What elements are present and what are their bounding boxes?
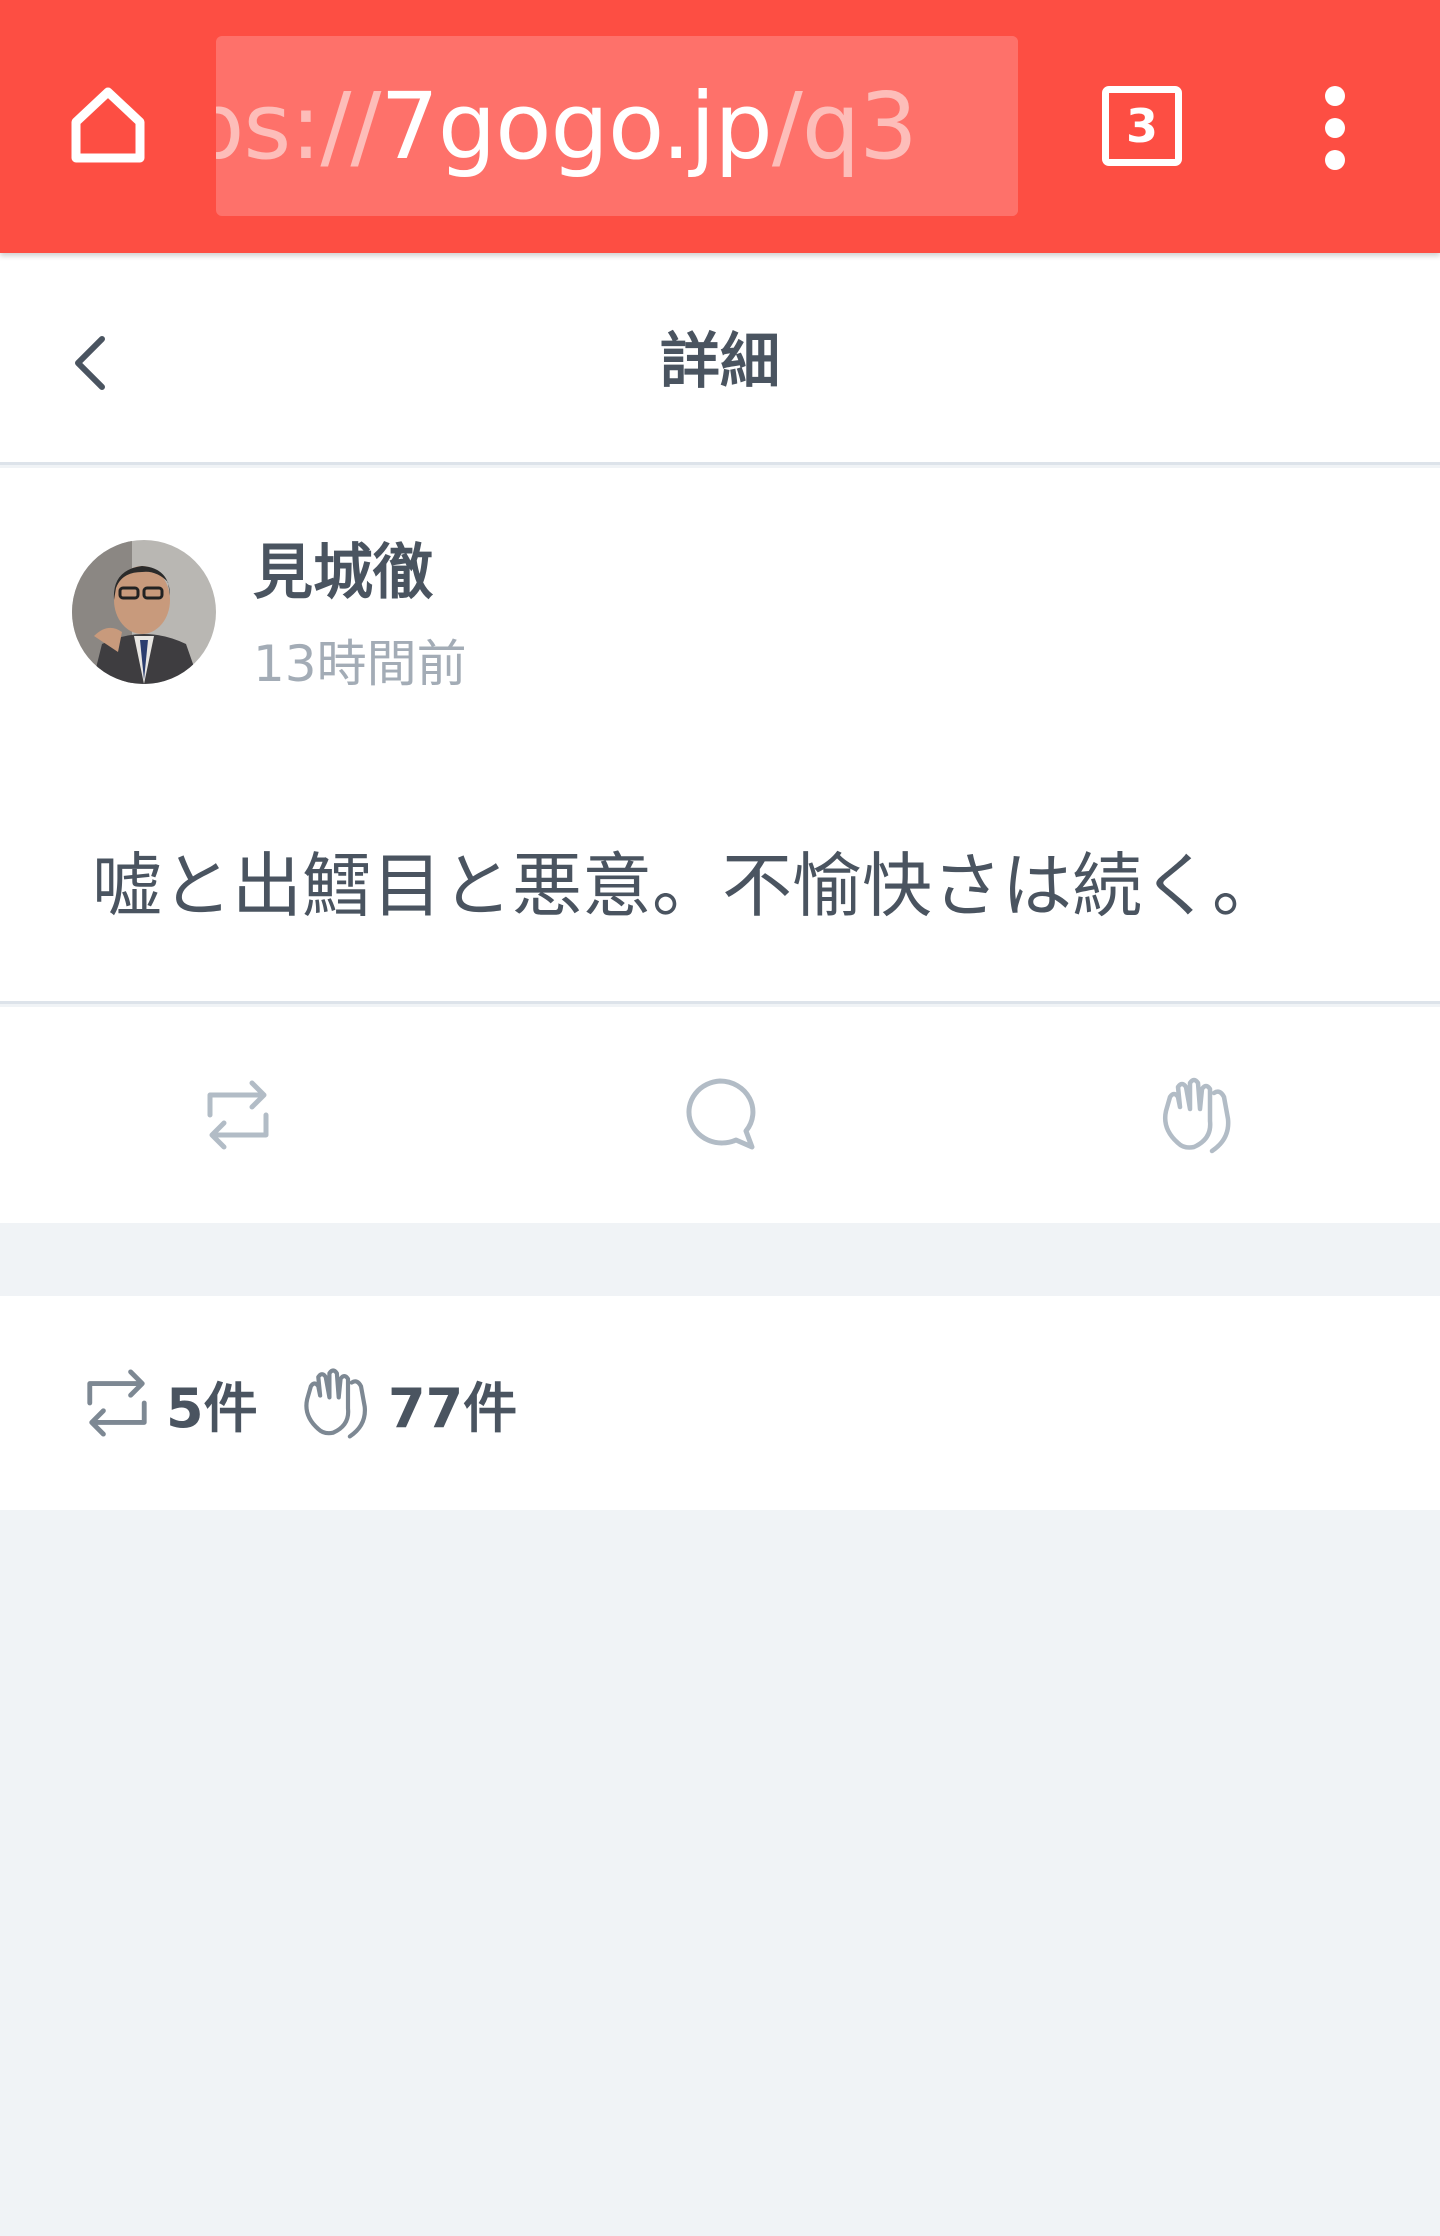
clap-stat[interactable]: 77件 [296,1360,517,1446]
post-timestamp: 13時間前 [253,635,467,693]
repost-button[interactable] [196,1073,280,1157]
home-button[interactable] [60,76,156,172]
app-header: 詳細 [0,253,1440,465]
menu-dot-icon [1325,86,1345,106]
browser-toolbar: ps://7gogo.jp/q3 3 [0,0,1440,253]
repost-icon [207,1080,269,1150]
clapping-hands-icon [1163,1077,1231,1154]
post-actions [0,1007,1440,1223]
post-card: 見城徹 13時間前 嘘と出鱈目と悪意。不愉快さは続く。 [0,468,1440,1004]
url-bar[interactable]: ps://7gogo.jp/q3 [216,36,1018,216]
clapping-hands-icon [304,1368,367,1439]
author-name[interactable]: 見城徹 [253,524,433,611]
url-text: ps://7gogo.jp/q3 [216,72,918,180]
tab-count: 3 [1125,99,1158,153]
clap-button[interactable] [1154,1073,1238,1157]
comment-button[interactable] [678,1073,762,1157]
page-title: 詳細 [660,326,780,397]
back-button[interactable] [60,323,120,403]
repost-stat[interactable]: 5件 [82,1360,258,1446]
repost-icon [87,1369,147,1437]
overflow-menu-button[interactable] [1310,86,1360,170]
post-text: 嘘と出鱈目と悪意。不愉快さは続く。 [92,845,1282,927]
menu-dot-icon [1325,150,1345,170]
url-fade [978,36,1018,216]
speech-bubble-icon [686,1078,756,1150]
chevron-left-icon [75,336,105,390]
home-icon [71,87,145,163]
avatar[interactable] [72,540,216,684]
clap-count: 77件 [388,1376,518,1440]
post-stats: 5件 77件 [0,1296,1440,1510]
menu-dot-icon [1325,118,1345,138]
avatar-image [72,540,216,684]
tab-switcher-button[interactable]: 3 [1102,86,1182,166]
repost-count: 5件 [166,1376,258,1440]
